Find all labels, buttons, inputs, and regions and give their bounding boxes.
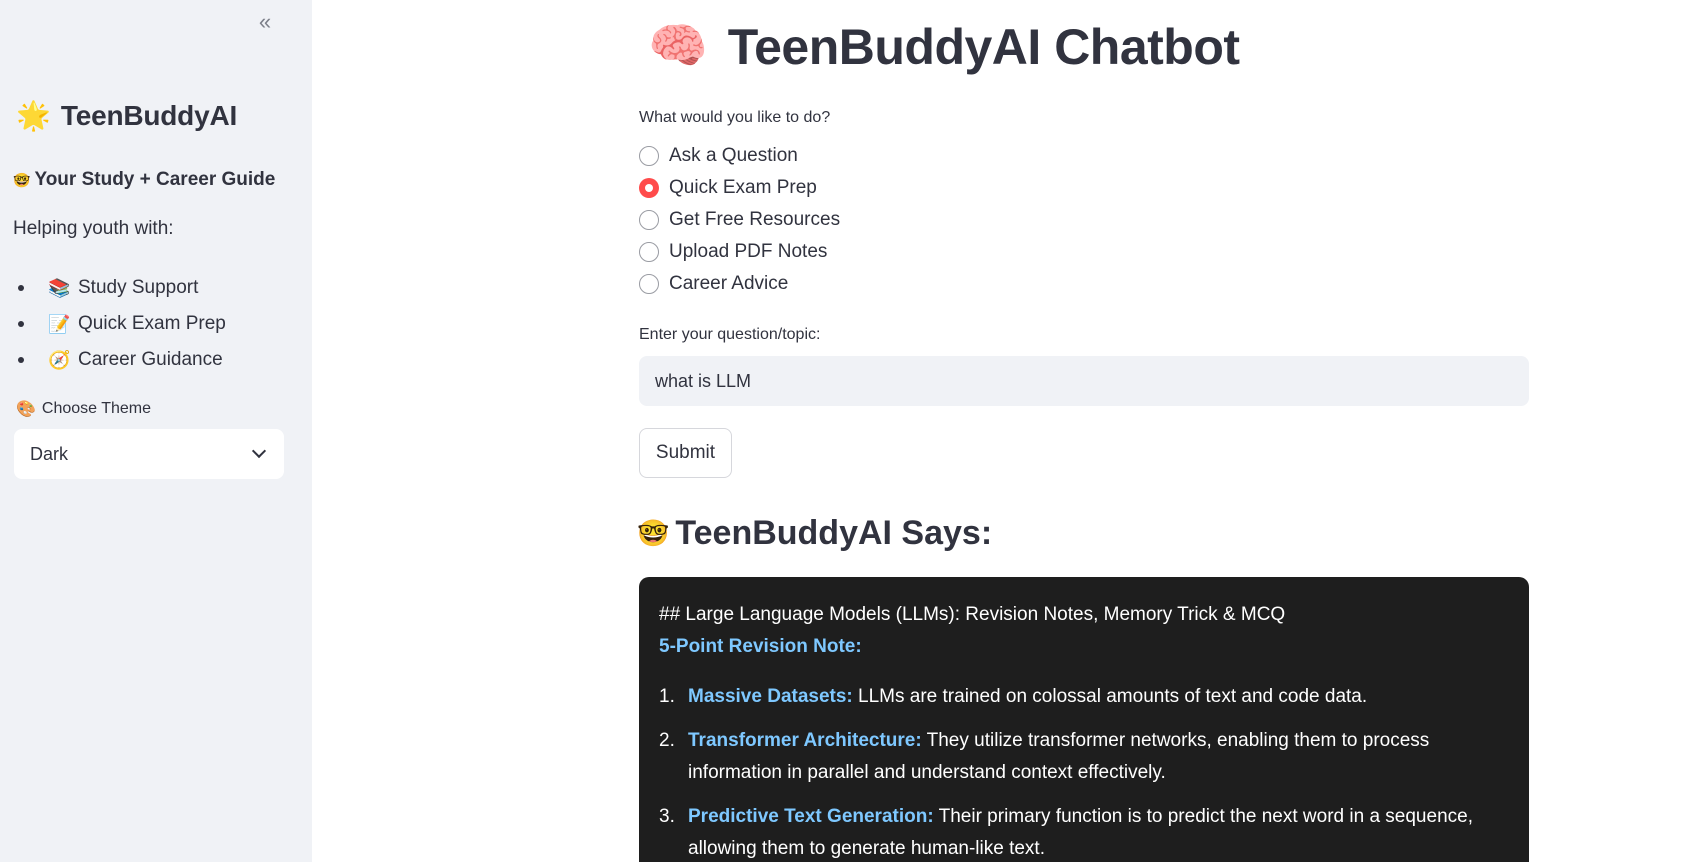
main-content: 🧠 TeenBuddyAI Chatbot What would you lik… bbox=[312, 0, 1706, 862]
list-item: 📝 Quick Exam Prep bbox=[16, 306, 226, 342]
radio-circle-icon[interactable] bbox=[639, 146, 659, 166]
feature-label: Career Guidance bbox=[78, 349, 223, 370]
feature-label: Quick Exam Prep bbox=[78, 313, 226, 334]
theme-label: 🎨 Choose Theme bbox=[16, 399, 151, 419]
list-number: 3. bbox=[659, 806, 675, 827]
radio-label: Career Advice bbox=[669, 273, 789, 294]
theme-select[interactable]: Dark bbox=[14, 429, 284, 479]
list-number: 2. bbox=[659, 730, 675, 751]
list-item-text: LLMs are trained on colossal amounts of … bbox=[852, 686, 1368, 707]
page-title-text: TeenBuddyAI Chatbot bbox=[727, 19, 1240, 75]
question-input[interactable] bbox=[639, 356, 1529, 406]
bullet-icon bbox=[18, 357, 24, 363]
theme-label-text: Choose Theme bbox=[41, 400, 152, 417]
nerd-face-icon: 🤓 bbox=[13, 171, 31, 188]
page-title: 🧠 TeenBuddyAI Chatbot bbox=[648, 18, 1240, 76]
radio-circle-icon[interactable] bbox=[639, 274, 659, 294]
helping-text: Helping youth with: bbox=[13, 218, 174, 239]
radio-label: Get Free Resources bbox=[669, 209, 841, 230]
chevron-down-icon bbox=[251, 443, 267, 459]
radio-ask-question[interactable]: Ask a Question bbox=[639, 140, 840, 172]
list-item-term: Massive Datasets: bbox=[688, 686, 853, 707]
radio-get-free-resources[interactable]: Get Free Resources bbox=[639, 204, 840, 236]
radio-circle-icon[interactable] bbox=[639, 210, 659, 230]
list-item-body: Transformer Architecture: They utilize t… bbox=[688, 725, 1509, 789]
submit-button[interactable]: Submit bbox=[639, 428, 732, 478]
list-item-term: Transformer Architecture: bbox=[688, 730, 922, 751]
list-item-term: Predictive Text Generation: bbox=[688, 806, 934, 827]
radio-label: Upload PDF Notes bbox=[669, 241, 828, 262]
feature-list: 📚 Study Support 📝 Quick Exam Prep 🧭 Care… bbox=[16, 270, 226, 378]
list-item: 2. Transformer Architecture: They utiliz… bbox=[659, 725, 1509, 789]
response-heading-text: TeenBuddyAI Says: bbox=[675, 514, 993, 552]
radio-label: Quick Exam Prep bbox=[669, 177, 817, 198]
list-number: 1. bbox=[659, 686, 675, 707]
list-item-body: Predictive Text Generation: Their primar… bbox=[688, 801, 1509, 862]
tagline-text: Your Study + Career Guide bbox=[34, 169, 276, 190]
list-item: 1. Massive Datasets: LLMs are trained on… bbox=[659, 681, 1509, 713]
action-radio-group: Ask a Question Quick Exam Prep Get Free … bbox=[639, 140, 840, 300]
feature-label: Study Support bbox=[78, 277, 199, 298]
radio-label: Ask a Question bbox=[669, 145, 798, 166]
brain-icon: 🧠 bbox=[648, 20, 708, 73]
radio-quick-exam-prep[interactable]: Quick Exam Prep bbox=[639, 172, 840, 204]
radio-career-advice[interactable]: Career Advice bbox=[639, 268, 840, 300]
list-item: 🧭 Career Guidance bbox=[16, 342, 226, 378]
nerd-face-icon: 🤓 bbox=[637, 518, 670, 548]
sidebar: « 🌟 TeenBuddyAI 🤓 Your Study + Career Gu… bbox=[0, 0, 312, 862]
tagline: 🤓 Your Study + Career Guide bbox=[13, 169, 275, 191]
question-input-label: Enter your question/topic: bbox=[639, 326, 821, 343]
bullet-icon bbox=[18, 285, 24, 291]
list-item: 3. Predictive Text Generation: Their pri… bbox=[659, 801, 1509, 862]
list-item-body: Massive Datasets: LLMs are trained on co… bbox=[688, 681, 1509, 713]
compass-icon: 🧭 bbox=[48, 349, 71, 370]
star-icon: 🌟 bbox=[16, 100, 51, 131]
sidebar-brand: 🌟 TeenBuddyAI bbox=[16, 100, 237, 132]
response-title: ## Large Language Models (LLMs): Revisio… bbox=[659, 604, 1286, 625]
response-heading: 🤓 TeenBuddyAI Says: bbox=[637, 514, 992, 553]
radio-circle-icon[interactable] bbox=[639, 242, 659, 262]
action-prompt-label: What would you like to do? bbox=[639, 109, 831, 126]
brand-title: TeenBuddyAI bbox=[60, 100, 238, 131]
books-icon: 📚 bbox=[48, 277, 71, 298]
palette-icon: 🎨 bbox=[16, 401, 36, 418]
radio-upload-pdf-notes[interactable]: Upload PDF Notes bbox=[639, 236, 840, 268]
revision-list: 1. Massive Datasets: LLMs are trained on… bbox=[659, 681, 1509, 862]
response-box: ## Large Language Models (LLMs): Revisio… bbox=[639, 577, 1529, 862]
response-subheading: 5-Point Revision Note: bbox=[659, 636, 862, 657]
bullet-icon bbox=[18, 321, 24, 327]
theme-select-value: Dark bbox=[30, 443, 69, 464]
memo-icon: 📝 bbox=[48, 313, 71, 334]
radio-selected-icon[interactable] bbox=[639, 178, 659, 198]
collapse-sidebar-icon[interactable]: « bbox=[250, 8, 280, 36]
list-item: 📚 Study Support bbox=[16, 270, 226, 306]
